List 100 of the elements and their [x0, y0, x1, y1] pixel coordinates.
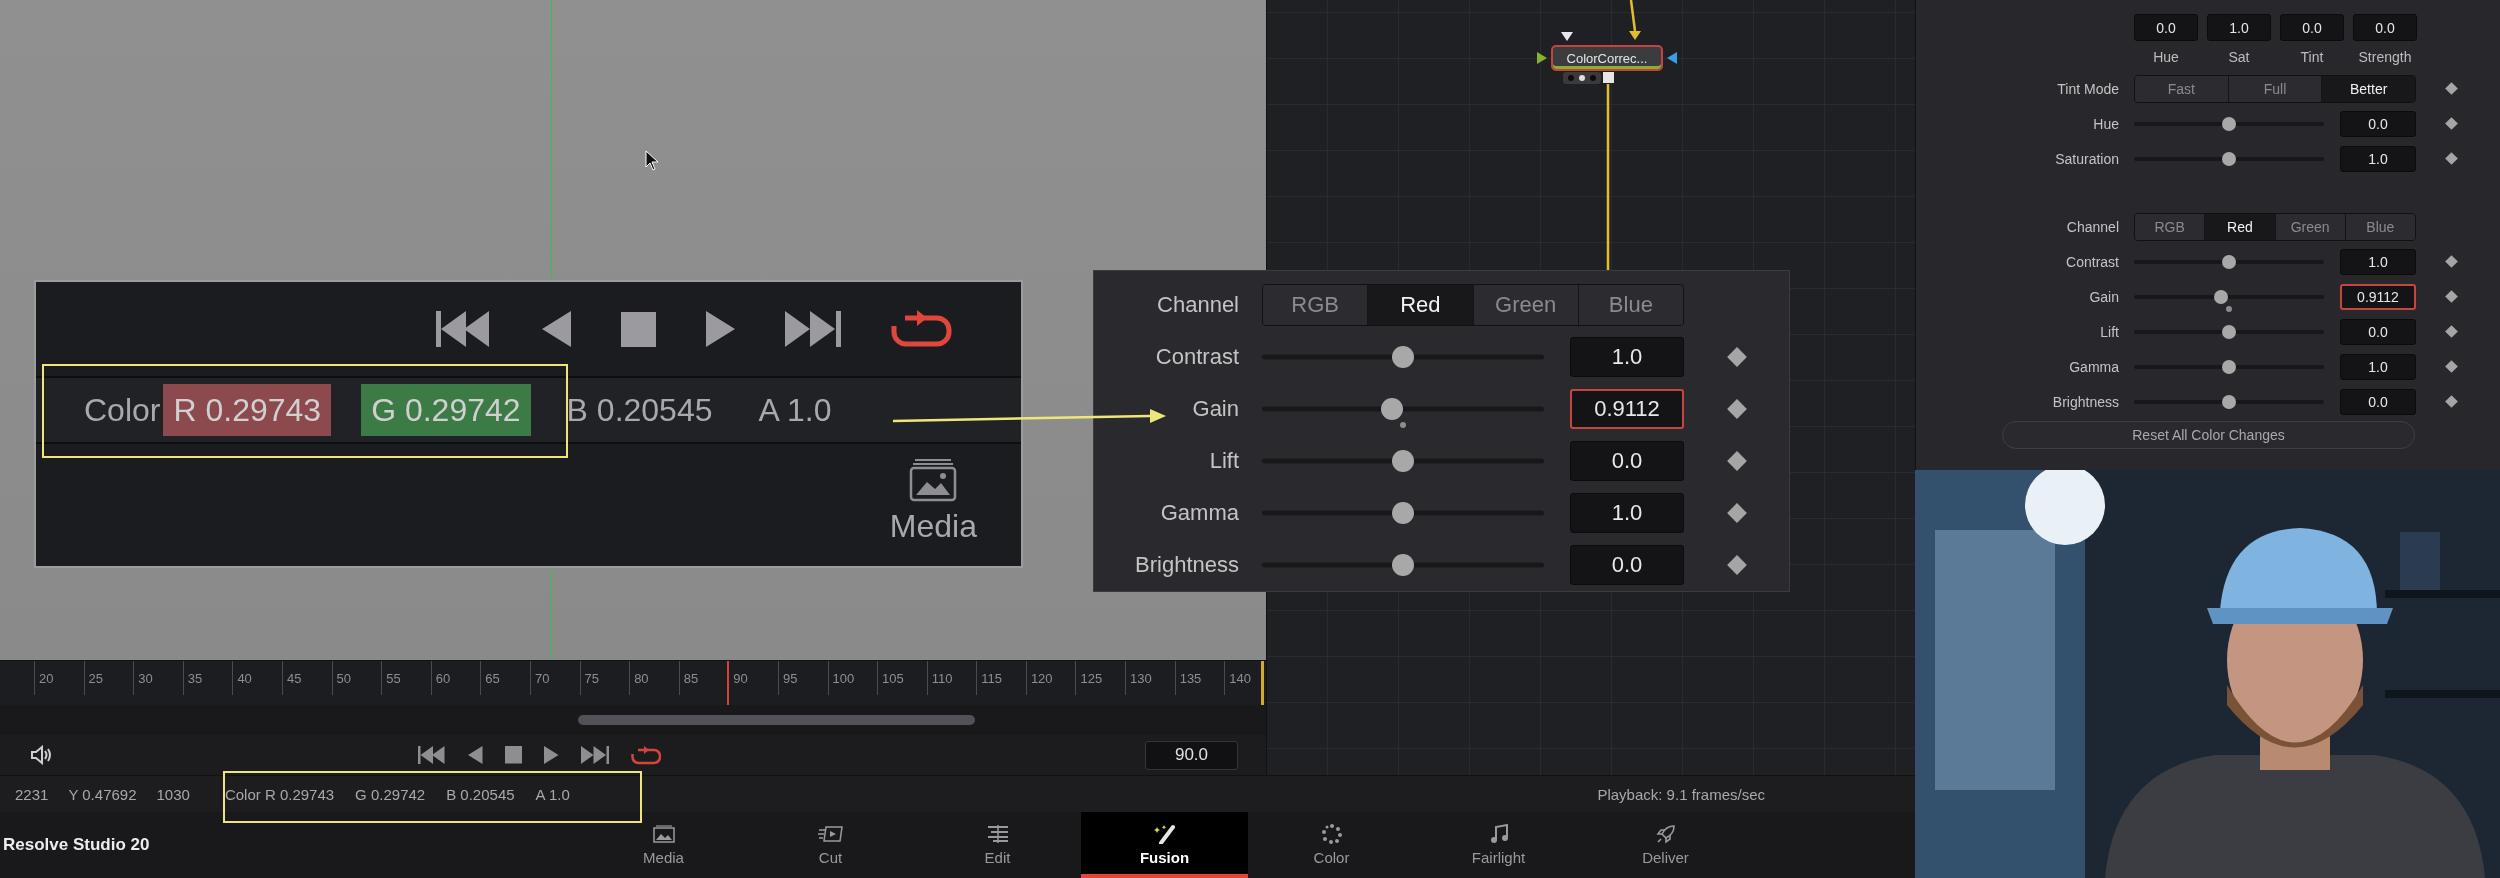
value-field[interactable]: 0.0	[2134, 14, 2198, 41]
slider-thumb[interactable]	[2222, 394, 2236, 409]
value-field[interactable]: 0.9112	[1570, 389, 1684, 429]
skip-to-start-icon[interactable]	[418, 746, 446, 764]
slider-track[interactable]	[1262, 554, 1544, 576]
value-field[interactable]: 0.0	[2353, 14, 2417, 41]
page-tab[interactable]: Fairlight	[1415, 812, 1582, 878]
channel-tab[interactable]: Blue	[2345, 213, 2415, 240]
param-label: Hue	[2093, 115, 2119, 132]
value-field[interactable]: 0.0	[2340, 110, 2416, 137]
page-tab[interactable]: Deliver	[1582, 812, 1749, 878]
node-controls-icon[interactable]	[1563, 72, 1601, 84]
keyframe-icon[interactable]	[2444, 152, 2458, 165]
param-label: Brightness	[2052, 393, 2119, 410]
node[interactable]: ColorCorrec...	[1551, 45, 1663, 71]
page-tab[interactable]: Fusion	[1081, 812, 1248, 878]
value-field[interactable]: 0.9112	[2340, 283, 2416, 310]
value-field[interactable]: 1.0	[2207, 14, 2271, 41]
page-tab[interactable]: Media	[580, 812, 747, 878]
tick-label: 80	[629, 661, 679, 695]
slider-thumb[interactable]	[2222, 116, 2236, 131]
slider-thumb[interactable]	[1392, 554, 1414, 576]
cursor-icon	[645, 150, 659, 171]
value-field[interactable]: 0.0	[2280, 14, 2344, 41]
frame-field[interactable]: 90.0	[1145, 740, 1238, 770]
playhead[interactable]	[727, 661, 730, 705]
keyframe-icon[interactable]	[2444, 255, 2458, 268]
value-field[interactable]: 1.0	[2340, 353, 2416, 380]
slider-track[interactable]	[1262, 502, 1544, 524]
value-field[interactable]: 0.0	[1570, 545, 1684, 585]
slider-thumb[interactable]	[2222, 359, 2236, 374]
tick-label: 75	[579, 661, 630, 695]
skip-to-end-icon[interactable]	[785, 311, 841, 347]
channel-tab[interactable]: Red	[1368, 285, 1474, 325]
slider-track[interactable]	[2134, 359, 2324, 374]
slider-track[interactable]	[2134, 151, 2324, 166]
channel-tab[interactable]: Green	[1473, 285, 1579, 325]
value-field[interactable]: 1.0	[1570, 337, 1684, 377]
media-button[interactable]: Media	[889, 444, 977, 566]
stop-icon[interactable]	[621, 311, 656, 347]
value-field[interactable]: 1.0	[2340, 248, 2416, 275]
input-arrow-icon[interactable]	[1537, 52, 1547, 64]
slider-thumb[interactable]	[1392, 346, 1414, 368]
channel-tab[interactable]: RGB	[2135, 213, 2206, 240]
slider-track[interactable]	[2134, 289, 2324, 304]
mode-option[interactable]: Better	[2322, 75, 2415, 102]
scrollbar-thumb[interactable]	[578, 715, 975, 725]
input-arrow-icon[interactable]	[1667, 52, 1677, 64]
slider-track[interactable]	[2134, 394, 2324, 409]
channel-tab[interactable]: Blue	[1578, 285, 1683, 325]
slider-thumb[interactable]	[1380, 398, 1403, 420]
mode-option[interactable]: Fast	[2135, 75, 2229, 102]
slider-thumb[interactable]	[2222, 324, 2236, 339]
input-arrow-icon[interactable]	[1561, 32, 1573, 41]
stop-icon[interactable]	[504, 746, 522, 764]
color-value: A 1.0	[758, 391, 832, 429]
slider-thumb[interactable]	[2222, 254, 2236, 269]
slider-thumb[interactable]	[1392, 450, 1414, 472]
page-tab[interactable]: Color	[1248, 812, 1415, 878]
page-tab[interactable]: Edit	[914, 812, 1081, 878]
loop-icon[interactable]	[891, 310, 952, 348]
keyframe-icon[interactable]	[2444, 360, 2458, 373]
channel-tab[interactable]: RGB	[1263, 285, 1369, 325]
slider-track[interactable]	[1262, 398, 1544, 420]
slider-track[interactable]	[2134, 116, 2324, 131]
speaker-icon[interactable]	[30, 745, 54, 765]
tick-label: 130	[1125, 661, 1175, 695]
slider-track[interactable]	[2134, 324, 2324, 339]
value-field[interactable]: 1.0	[1570, 493, 1684, 533]
reset-button[interactable]: Reset All Color Changes	[2002, 421, 2415, 449]
param-label: Lift	[2100, 323, 2119, 340]
keyframe-icon[interactable]	[2444, 395, 2458, 408]
keyframe-icon[interactable]	[2444, 82, 2458, 95]
slider-thumb[interactable]	[1392, 502, 1414, 524]
channel-tab[interactable]: Green	[2275, 213, 2346, 240]
channel-tab[interactable]: Red	[2205, 213, 2276, 240]
slider-track[interactable]	[1262, 450, 1544, 472]
loop-icon[interactable]	[630, 745, 661, 765]
param-label: Gamma	[2069, 358, 2119, 375]
value-field[interactable]: 1.0	[2340, 145, 2416, 172]
skip-to-start-icon[interactable]	[436, 311, 492, 347]
page-tab[interactable]: Cut	[747, 812, 914, 878]
slider-track[interactable]	[1262, 346, 1544, 368]
keyframe-icon[interactable]	[2444, 117, 2458, 130]
mode-option[interactable]: Full	[2228, 75, 2323, 102]
slider-thumb[interactable]	[2222, 151, 2236, 166]
skip-to-end-icon[interactable]	[580, 746, 609, 764]
previous-frame-icon[interactable]	[542, 311, 571, 347]
param-label: Gain	[2089, 288, 2119, 305]
value-field[interactable]: 0.0	[2340, 318, 2416, 345]
play-icon[interactable]	[544, 746, 559, 764]
tick-label: 115	[976, 661, 1026, 695]
previous-frame-icon[interactable]	[468, 746, 483, 764]
value-field[interactable]: 0.0	[1570, 441, 1684, 481]
play-icon[interactable]	[706, 311, 735, 347]
value-field[interactable]: 0.0	[2340, 388, 2416, 415]
slider-track[interactable]	[2134, 254, 2324, 269]
keyframe-icon[interactable]	[2444, 290, 2458, 303]
slider-thumb[interactable]	[2214, 289, 2229, 304]
keyframe-icon[interactable]	[2444, 325, 2458, 338]
